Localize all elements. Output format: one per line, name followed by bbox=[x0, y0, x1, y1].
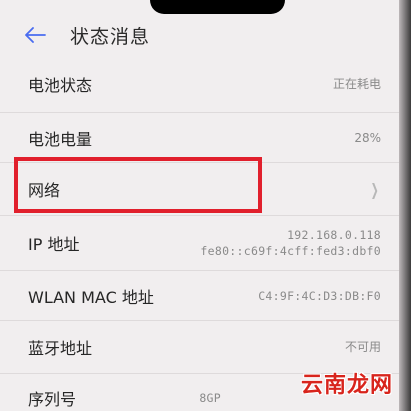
page-title: 状态消息 bbox=[70, 25, 151, 48]
status-list: 电池状态 正在耗电 电池电量 28% 网络 ❯ IP 地址 192.168.0.… bbox=[0, 56, 399, 411]
chevron-right-icon: ❯ bbox=[370, 179, 379, 199]
watermark-logo: 云南龙网 bbox=[300, 373, 393, 398]
row-label: 电池状态 bbox=[28, 76, 93, 95]
back-button[interactable] bbox=[24, 20, 60, 50]
row-value: C4:9F:4C:D3:DB:F0 bbox=[258, 288, 381, 303]
row-value: 不可用 bbox=[344, 340, 381, 354]
app-header: 状态消息 bbox=[0, 18, 399, 52]
row-value: 8GP bbox=[199, 391, 221, 405]
row-battery-status: 电池状态 正在耗电 bbox=[0, 56, 399, 113]
status-screen: 状态消息 电池状态 正在耗电 电池电量 28% 网络 ❯ IP 地址 192.1… bbox=[0, 0, 411, 411]
row-ip-address: IP 地址 192.168.0.118 fe80::c69f:4cff:fed3… bbox=[0, 216, 399, 271]
row-label: 序列号 bbox=[28, 390, 77, 409]
row-label: 蓝牙地址 bbox=[28, 339, 93, 358]
row-network[interactable]: 网络 ❯ bbox=[0, 163, 399, 216]
row-value: 28% bbox=[354, 130, 381, 145]
row-label: WLAN MAC 地址 bbox=[28, 287, 154, 307]
row-label: IP 地址 bbox=[28, 235, 80, 254]
row-battery-level: 电池电量 28% bbox=[0, 113, 399, 163]
ip-v4-value: 192.168.0.118 bbox=[287, 228, 381, 242]
row-value: 正在耗电 bbox=[332, 77, 381, 91]
row-label: 电池电量 bbox=[28, 129, 93, 149]
row-value: 192.168.0.118 fe80::c69f:4cff:fed3:dbf0 bbox=[200, 227, 381, 259]
row-label: 网络 bbox=[28, 181, 61, 200]
ip-v6-value: fe80::c69f:4cff:fed3:dbf0 bbox=[200, 244, 381, 258]
device-edge bbox=[399, 0, 411, 411]
display-notch bbox=[150, 0, 285, 14]
row-wlan-mac: WLAN MAC 地址 C4:9F:4C:D3:DB:F0 bbox=[0, 271, 399, 321]
back-arrow-icon bbox=[25, 27, 46, 43]
